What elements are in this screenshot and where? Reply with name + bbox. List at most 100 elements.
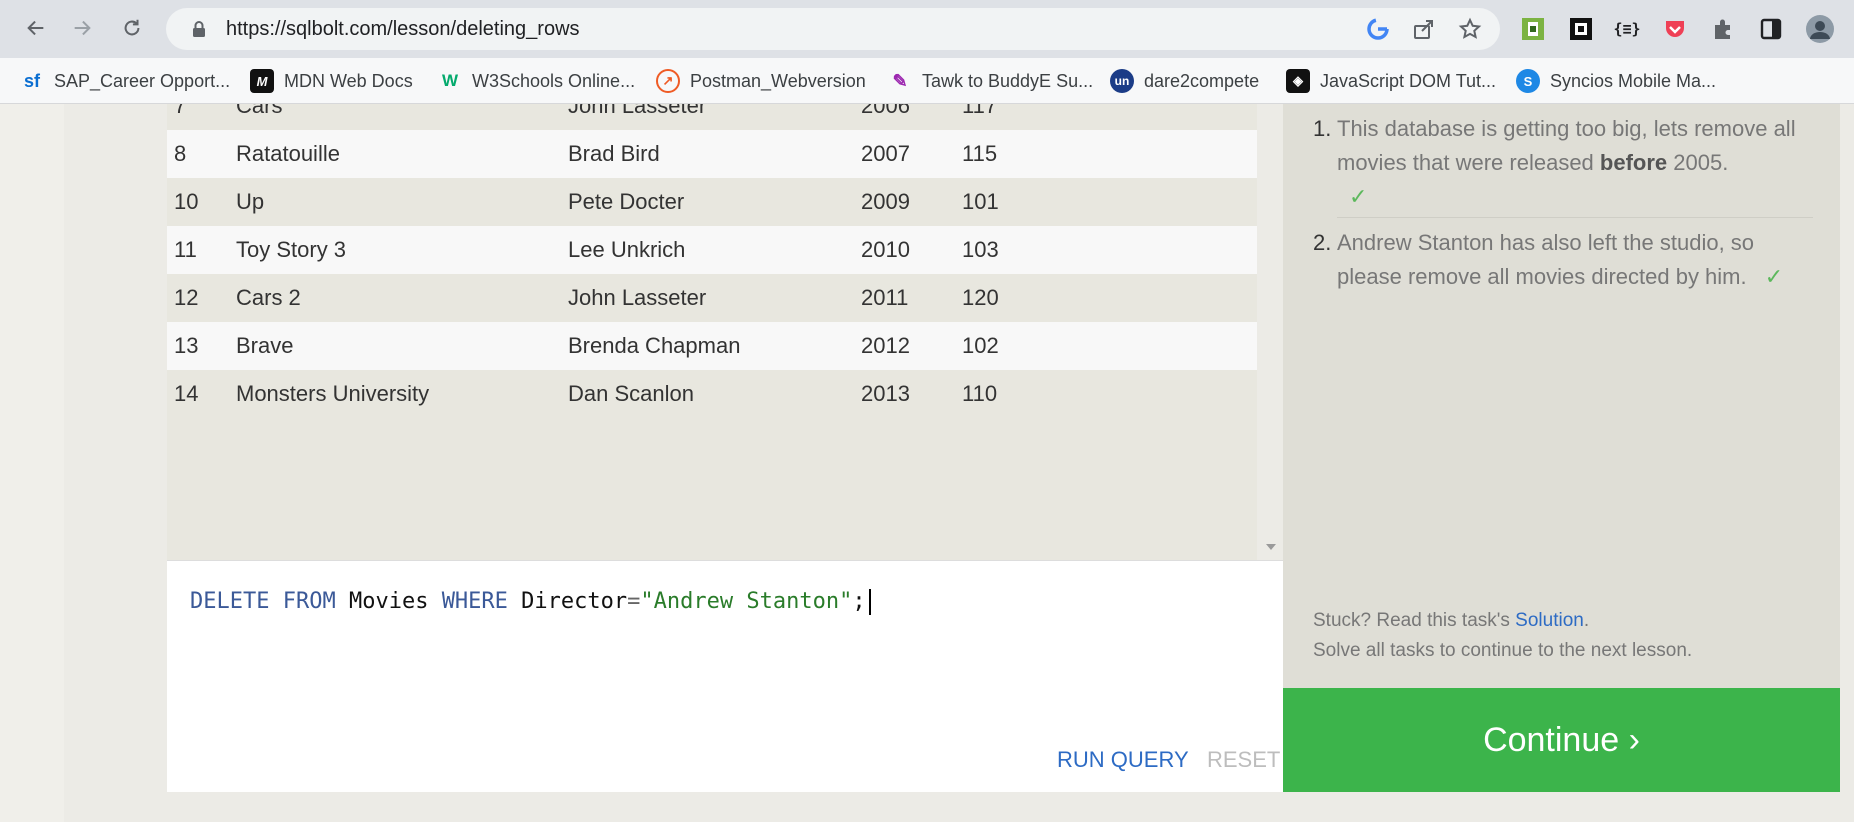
cell-id: 8	[174, 141, 187, 166]
cell-director: John Lasseter	[568, 285, 707, 310]
cell-title: Cars	[236, 104, 283, 118]
cell-title: Brave	[236, 333, 294, 358]
sap-sf-icon: sf	[23, 70, 40, 91]
table-row: 8 Ratatouille Brad Bird 2007 115	[167, 130, 1257, 178]
hint-suffix: .	[1583, 610, 1590, 631]
bookmark-label: SAP_Career Opport...	[54, 70, 231, 91]
text-cursor	[868, 589, 871, 615]
cell-year: 2013	[861, 381, 910, 406]
code-token: FROM	[282, 589, 336, 614]
bookmark-label: Tawk to BuddyE Su...	[922, 70, 1094, 91]
cell-director: Brenda Chapman	[568, 333, 741, 358]
page-margin	[0, 104, 64, 822]
code-token: "Andrew Stanton"	[640, 589, 853, 614]
scroll-down-arrow-icon[interactable]	[1264, 540, 1278, 554]
cell-id: 10	[174, 189, 199, 214]
cell-director: Pete Docter	[568, 189, 685, 214]
task-text-part: 2005.	[1667, 150, 1729, 175]
hint-text: Stuck? Read this task's Solution.	[1313, 610, 1589, 632]
js-dom-icon: ◈	[1286, 69, 1310, 93]
table-row: 14 Monsters University Dan Scanlon 2013 …	[167, 370, 1257, 418]
task-emphasis: before	[1599, 150, 1668, 175]
browser-toolbar: https://sqlbolt.com/lesson/deleting_rows…	[0, 0, 1854, 58]
forward-button[interactable]	[64, 10, 100, 46]
solution-link[interactable]: Solution	[1515, 610, 1584, 631]
w3schools-icon: W	[441, 71, 459, 90]
extension-square-icon[interactable]	[1566, 14, 1596, 44]
bookmark-label: MDN Web Docs	[284, 70, 413, 91]
bookmarks-bar: sf SAP_Career Opport... M MDN Web Docs W…	[0, 58, 1854, 104]
cell-id: 11	[174, 237, 197, 262]
cell-year: 2012	[861, 333, 910, 358]
puzzle-icon[interactable]	[1708, 14, 1738, 44]
url-text: https://sqlbolt.com/lesson/deleting_rows	[226, 18, 580, 40]
code-token: DELETE	[190, 589, 270, 614]
bookmark-label: Postman_Webversion	[690, 70, 866, 91]
check-icon: ✓	[1764, 264, 1784, 289]
sql-editor[interactable]: DELETE FROM Movies WHERE Director="Andre…	[167, 560, 1283, 792]
bookmark-sap[interactable]: sf SAP_Career Opport...	[20, 58, 230, 104]
continue-button[interactable]: Continue ›	[1283, 688, 1840, 792]
tasks-panel: 1. This database is getting too big, let…	[1283, 104, 1840, 688]
task-text: This database is getting too big, lets r…	[1337, 112, 1813, 214]
postman-icon: ↗	[656, 69, 680, 93]
run-query-button[interactable]: RUN QUERY	[1057, 747, 1189, 773]
cell-director: John Lasseter	[568, 104, 707, 118]
bookmark-label: Syncios Mobile Ma...	[1550, 70, 1717, 91]
bookmark-label: dare2compete	[1144, 70, 1260, 91]
lock-icon	[193, 21, 205, 37]
arrow-right-icon	[74, 20, 91, 36]
star-icon[interactable]	[1458, 17, 1482, 41]
arrow-left-icon	[27, 20, 44, 36]
reload-icon	[124, 19, 140, 36]
bookmark-tawk[interactable]: ✎ Tawk to BuddyE Su...	[888, 58, 1093, 104]
json-viewer-icon[interactable]: {≡}	[1612, 14, 1642, 44]
code-token: Director	[507, 589, 628, 614]
cell-id: 7	[174, 104, 187, 118]
bookmark-postman[interactable]: ↗ Postman_Webversion	[656, 58, 866, 104]
syncios-icon: S	[1516, 69, 1540, 93]
task-number: 1.	[1313, 116, 1332, 141]
code-token: Movies	[335, 589, 442, 614]
sql-code[interactable]: DELETE FROM Movies WHERE Director="Andre…	[190, 587, 871, 617]
bookmark-w3schools[interactable]: W W3Schools Online...	[438, 58, 635, 104]
side-panel-icon[interactable]	[1756, 14, 1786, 44]
google-icon[interactable]	[1366, 17, 1390, 41]
code-token: =	[627, 589, 641, 614]
cell-director: Dan Scanlon	[568, 381, 694, 406]
code-token: ;	[852, 589, 866, 614]
code-token: WHERE	[441, 589, 508, 614]
cell-title: Cars 2	[236, 285, 301, 310]
cell-length: 102	[962, 333, 999, 358]
cell-title: Ratatouille	[236, 141, 340, 166]
query-results-table[interactable]: 7 Cars John Lasseter 2006 117 8 Ratatoui…	[167, 104, 1257, 560]
cell-title: Up	[236, 189, 265, 214]
task-divider	[1337, 217, 1813, 218]
cell-id: 12	[174, 285, 199, 310]
profile-avatar-icon[interactable]	[1805, 14, 1835, 44]
bookmark-js-dom[interactable]: ◈ JavaScript DOM Tut...	[1286, 58, 1496, 104]
cell-year: 2010	[861, 237, 910, 262]
pocket-icon[interactable]	[1660, 14, 1690, 44]
bookmark-dare2compete[interactable]: un dare2compete	[1110, 58, 1259, 104]
address-bar[interactable]: https://sqlbolt.com/lesson/deleting_rows	[166, 8, 1500, 50]
cell-title: Monsters University	[236, 381, 430, 406]
bookmark-mdn[interactable]: M MDN Web Docs	[250, 58, 413, 104]
task-number: 2.	[1313, 230, 1332, 255]
task-text-part: Andrew Stanton has also left the studio,…	[1337, 230, 1755, 289]
hint-continue-text: Solve all tasks to continue to the next …	[1313, 640, 1693, 661]
reload-button[interactable]	[114, 10, 150, 46]
cell-length: 101	[962, 189, 999, 214]
bookmark-syncios[interactable]: S Syncios Mobile Ma...	[1516, 58, 1716, 104]
hint-prefix: Stuck? Read this task's	[1313, 610, 1516, 631]
cell-length: 120	[962, 285, 999, 310]
table-row: 10 Up Pete Docter 2009 101	[167, 178, 1257, 226]
back-button[interactable]	[18, 10, 54, 46]
extension-green-icon[interactable]	[1518, 14, 1548, 44]
share-icon[interactable]	[1412, 17, 1436, 41]
reset-button[interactable]: RESET	[1207, 747, 1280, 773]
page-viewport: 7 Cars John Lasseter 2006 117 8 Ratatoui…	[0, 104, 1854, 822]
table-row: 7 Cars John Lasseter 2006 117	[167, 104, 1257, 130]
task-text: Andrew Stanton has also left the studio,…	[1337, 226, 1813, 294]
